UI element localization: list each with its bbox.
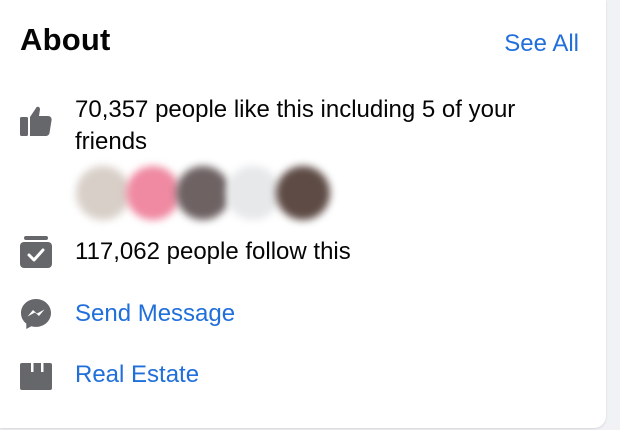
about-card: About See All 70,357 people like this in… (0, 0, 606, 428)
thumbs-up-icon (20, 106, 52, 136)
friend-avatar-2[interactable] (126, 166, 180, 220)
send-message-link[interactable]: Send Message (75, 298, 235, 330)
friend-avatar-5[interactable] (276, 166, 330, 220)
follows-count-text: 117,062 people follow this (75, 238, 351, 265)
friend-avatar-3[interactable] (176, 166, 230, 220)
category-icon (20, 363, 52, 390)
messenger-icon (21, 299, 51, 329)
likes-count-text: 70,357 people like this including 5 of y… (75, 96, 516, 155)
friend-avatar-4[interactable] (226, 166, 280, 220)
friend-avatars (76, 166, 330, 220)
category-link[interactable]: Real Estate (75, 359, 199, 391)
about-title: About (20, 22, 111, 57)
friend-avatar-1[interactable] (76, 166, 130, 220)
follow-checkmark-icon (20, 236, 52, 268)
see-all-link[interactable]: See All (504, 30, 579, 58)
